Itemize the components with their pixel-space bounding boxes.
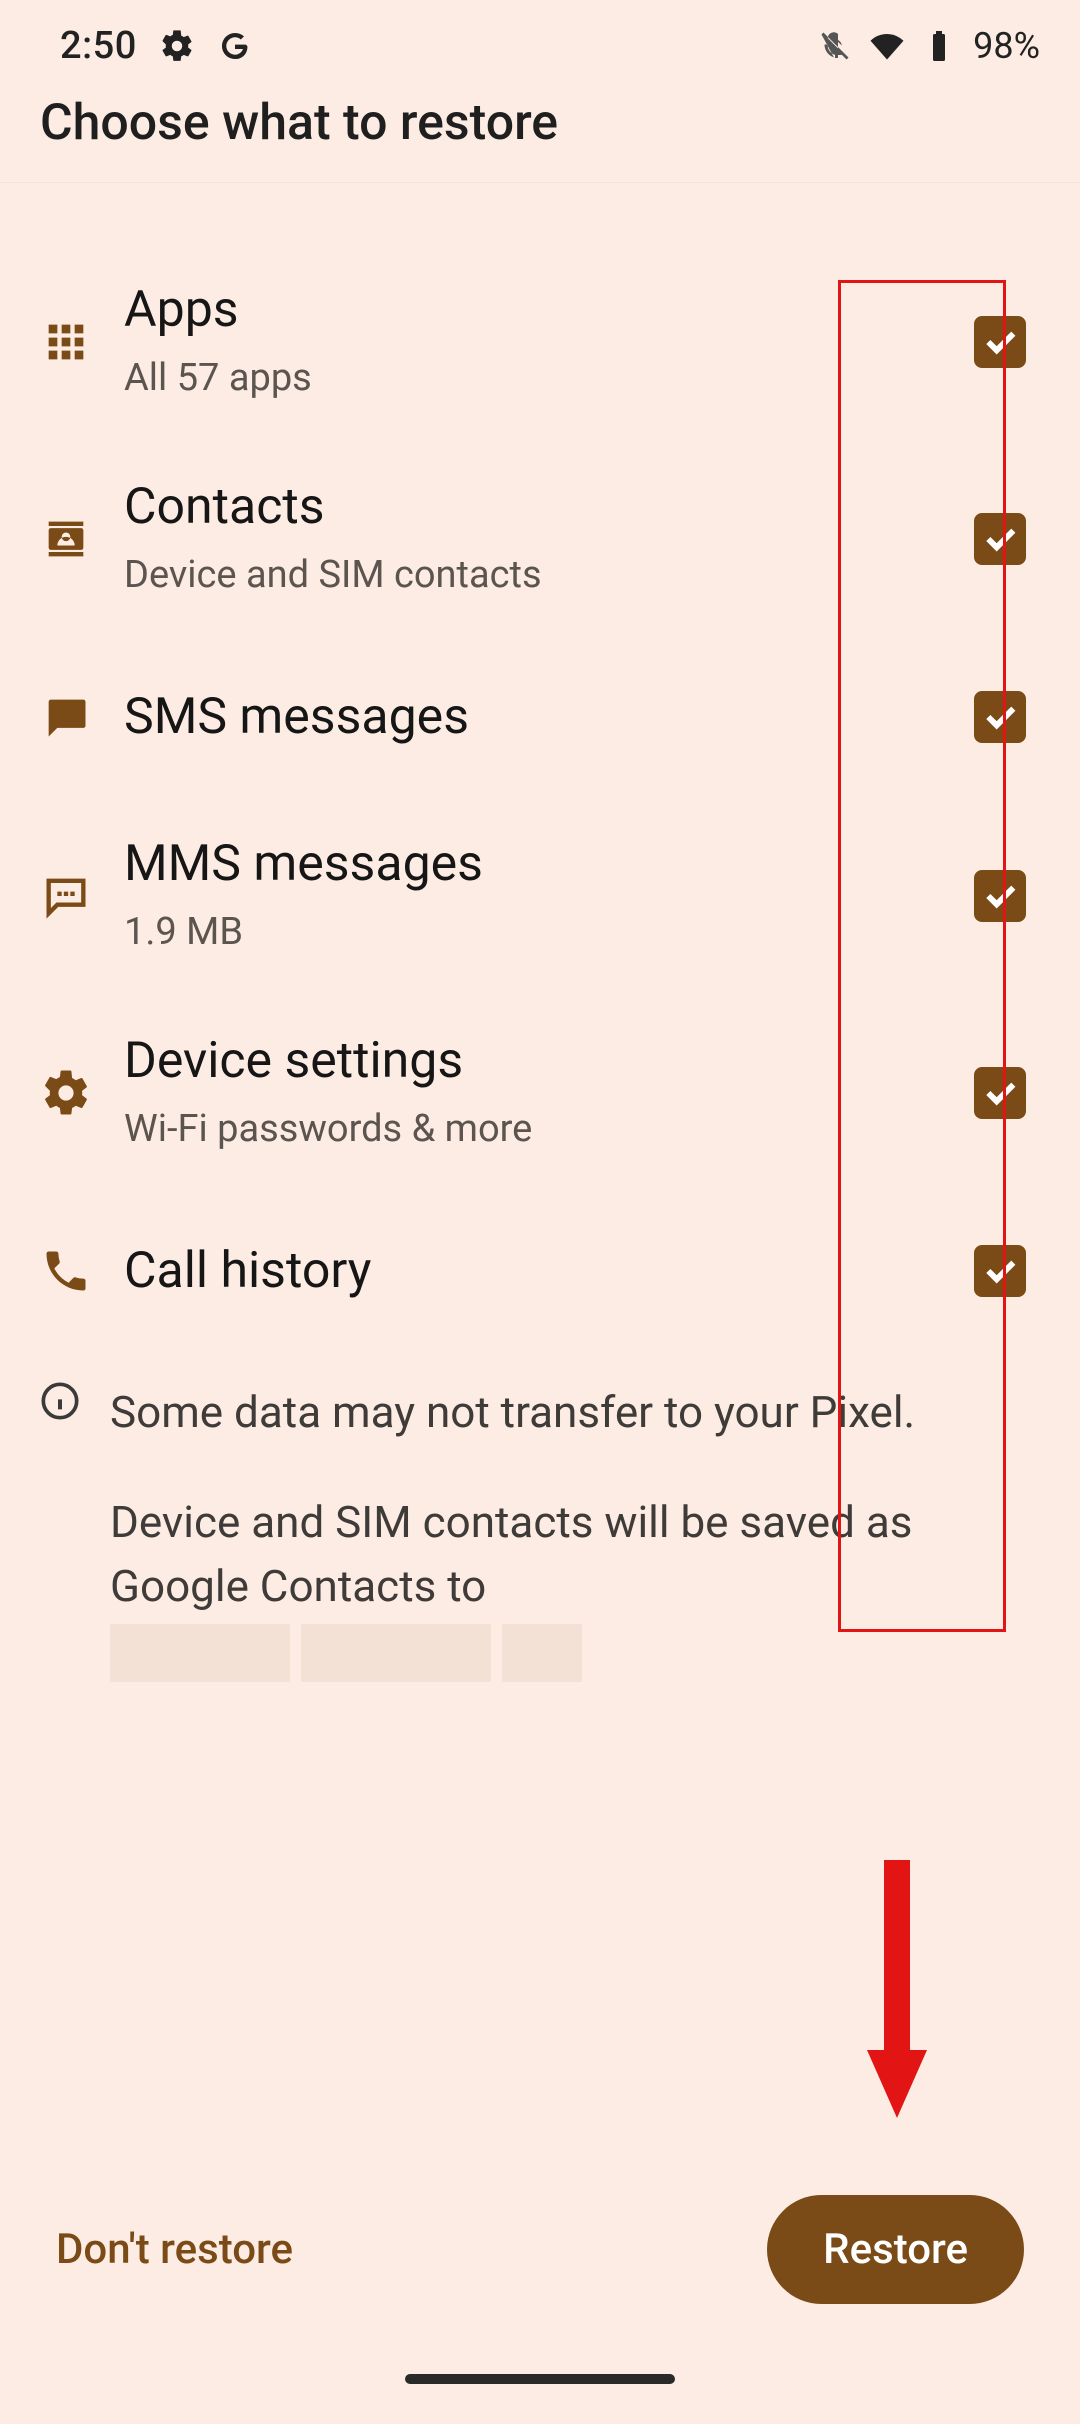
row-mms-checkbox[interactable] <box>974 870 1026 922</box>
status-time: 2:50 <box>60 24 137 68</box>
row-contacts-checkbox[interactable] <box>974 513 1026 565</box>
page-title: Choose what to restore <box>0 94 1080 182</box>
redacted-email-1 <box>110 1624 290 1682</box>
contacts-icon <box>40 513 120 565</box>
redacted-email-2 <box>301 1624 491 1682</box>
row-apps-checkbox[interactable] <box>974 316 1026 368</box>
row-device-settings-title: Device settings <box>124 1034 960 1089</box>
info-line-1: Some data may not transfer to your Pixel… <box>110 1381 1040 1445</box>
apps-icon <box>40 316 120 368</box>
wifi-icon <box>869 28 905 64</box>
row-apps-title: Apps <box>124 283 960 338</box>
home-indicator[interactable] <box>405 2374 675 2384</box>
row-apps[interactable]: Apps All 57 apps <box>40 243 1040 440</box>
row-mms[interactable]: MMS messages 1.9 MB <box>40 797 1040 994</box>
row-call-history-title: Call history <box>124 1244 960 1299</box>
redacted-email-3 <box>502 1624 582 1682</box>
row-call-history[interactable]: Call history <box>40 1191 1040 1351</box>
row-contacts-sub: Device and SIM contacts <box>124 553 960 597</box>
google-g-icon <box>217 28 253 64</box>
divider <box>0 182 1080 183</box>
info-block: Some data may not transfer to your Pixel… <box>0 1351 1080 1728</box>
battery-icon <box>921 28 957 64</box>
row-device-settings-sub: Wi-Fi passwords & more <box>124 1107 960 1151</box>
bottom-bar: Don't restore Restore <box>0 2195 1080 2304</box>
row-device-settings-checkbox[interactable] <box>974 1067 1026 1119</box>
row-mms-title: MMS messages <box>124 837 960 892</box>
row-contacts[interactable]: Contacts Device and SIM contacts <box>40 440 1040 637</box>
mute-icon <box>817 28 853 64</box>
row-call-history-checkbox[interactable] <box>974 1245 1026 1297</box>
info-line-2: Device and SIM contacts will be saved as… <box>110 1496 912 1612</box>
annotation-arrow-icon <box>862 1860 932 2120</box>
row-mms-sub: 1.9 MB <box>124 910 960 954</box>
row-apps-sub: All 57 apps <box>124 356 960 400</box>
row-sms[interactable]: SMS messages <box>40 637 1040 797</box>
sms-icon <box>40 691 120 743</box>
phone-icon <box>40 1245 120 1297</box>
restore-list: Apps All 57 apps Contacts Device and SIM… <box>0 243 1080 1351</box>
row-sms-title: SMS messages <box>124 690 960 745</box>
dont-restore-button[interactable]: Don't restore <box>56 2225 293 2274</box>
row-sms-checkbox[interactable] <box>974 691 1026 743</box>
restore-button[interactable]: Restore <box>767 2195 1024 2304</box>
mms-icon <box>40 870 120 922</box>
status-bar: 2:50 98% <box>0 0 1080 92</box>
gear-icon <box>159 28 195 64</box>
battery-percent: 98% <box>973 25 1040 67</box>
info-icon <box>40 1381 80 1728</box>
row-contacts-title: Contacts <box>124 480 960 535</box>
row-device-settings[interactable]: Device settings Wi-Fi passwords & more <box>40 994 1040 1191</box>
gear-icon <box>40 1067 120 1119</box>
